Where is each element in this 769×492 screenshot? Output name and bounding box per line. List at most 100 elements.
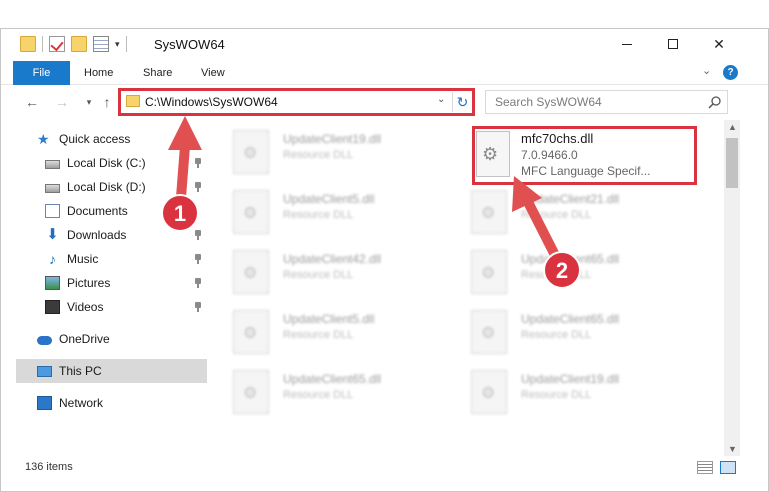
close-button[interactable]: ✕ (696, 30, 742, 58)
file-tile[interactable]: UpdateClient65.dll Resource DLL (233, 368, 463, 424)
file-type: Resource DLL (521, 209, 592, 221)
details-view-icon[interactable] (697, 461, 713, 474)
sidebar-item-network[interactable]: Network (37, 392, 103, 414)
dll-file-icon (233, 310, 269, 354)
back-button[interactable]: ← (23, 92, 41, 112)
sidebar-item-documents[interactable]: Documents (45, 200, 128, 222)
pin-icon[interactable] (194, 182, 202, 192)
sidebar-item-label: Documents (67, 204, 128, 218)
file-type: Resource DLL (283, 149, 354, 161)
dll-file-icon (471, 310, 507, 354)
search-icon[interactable] (708, 95, 722, 109)
dll-file-icon (471, 370, 507, 414)
file-type: Resource DLL (283, 389, 354, 401)
new-folder-icon[interactable] (71, 36, 87, 52)
up-button[interactable]: ↑ (98, 92, 116, 112)
pin-icon[interactable] (194, 158, 202, 168)
sidebar-item-quick-access[interactable]: ★ Quick access (37, 128, 130, 150)
pin-icon[interactable] (194, 278, 202, 288)
expand-ribbon-chevron-icon[interactable]: ⌄ (702, 64, 711, 77)
file-tile[interactable]: UpdateClient5.dll Resource DLL (233, 188, 463, 244)
customize-toolbar-chevron-icon[interactable]: ▾ (115, 39, 120, 50)
file-type: Resource DLL (521, 389, 592, 401)
drive-icon (45, 184, 60, 193)
scroll-up-icon[interactable]: ▲ (728, 122, 737, 132)
file-tile[interactable]: UpdateClient42.dll Resource DLL (233, 248, 463, 304)
cloud-icon (37, 335, 52, 345)
gear-icon: ⚙ (482, 144, 499, 164)
dll-file-icon (233, 370, 269, 414)
file-type: Resource DLL (521, 329, 592, 341)
file-tile[interactable]: UpdateClient65.dll Resource DLL (471, 308, 701, 364)
sidebar-item-onedrive[interactable]: OneDrive (37, 328, 110, 350)
sidebar-item-label: Network (59, 396, 104, 410)
computer-icon (37, 365, 52, 377)
search-placeholder: Search SysWOW64 (495, 95, 602, 109)
file-tile[interactable]: UpdateClient65.dll Resource DLL (471, 248, 701, 304)
address-highlight-box (118, 88, 475, 116)
tab-file[interactable]: File (13, 61, 70, 85)
properties-check-icon[interactable] (49, 36, 65, 52)
dll-file-icon (471, 250, 507, 294)
maximize-button[interactable] (650, 30, 696, 58)
file-name: UpdateClient19.dll (521, 372, 620, 386)
scrollbar-thumb[interactable] (726, 138, 738, 188)
sidebar-item-label: Quick access (59, 132, 131, 146)
folder-icon (20, 36, 36, 52)
sidebar-item-label: Pictures (67, 276, 111, 290)
sidebar-item-label: Local Disk (C:) (67, 156, 146, 170)
file-tile[interactable]: UpdateClient19.dll Resource DLL (233, 128, 463, 184)
sidebar-item-music[interactable]: ♪ Music (45, 248, 98, 270)
network-icon (37, 396, 52, 410)
star-icon: ★ (37, 131, 50, 147)
sidebar-item-label: This PC (59, 364, 102, 378)
window-title: SysWOW64 (154, 37, 225, 52)
dll-file-icon (233, 130, 269, 174)
recent-locations-chevron-icon[interactable]: ▾ (80, 92, 98, 112)
sidebar-item-this-pc[interactable]: This PC (37, 360, 102, 382)
videos-icon (45, 300, 60, 314)
file-type: Resource DLL (283, 269, 354, 281)
sidebar-item-local-disk-d[interactable]: Local Disk (D:) (45, 176, 146, 198)
pin-icon[interactable] (194, 254, 202, 264)
pictures-icon (45, 276, 60, 290)
help-icon[interactable]: ? (723, 65, 738, 80)
file-name[interactable]: mfc70chs.dll (521, 131, 593, 146)
file-tile[interactable]: UpdateClient19.dll Resource DLL (471, 368, 701, 424)
sidebar-item-downloads[interactable]: ⬇ Downloads (45, 224, 126, 246)
file-version: 7.0.9466.0 (521, 148, 578, 162)
ribbon-tabs (1, 61, 768, 85)
file-name: UpdateClient65.dll (283, 372, 382, 386)
divider (42, 36, 43, 52)
item-count: 136 items (25, 461, 73, 473)
dll-file-icon: ⚙ (476, 131, 510, 177)
properties-icon[interactable] (93, 36, 109, 52)
music-icon: ♪ (49, 251, 56, 267)
sidebar-item-videos[interactable]: Videos (45, 296, 103, 318)
minimize-icon (622, 43, 632, 45)
dll-file-icon (233, 250, 269, 294)
sidebar-item-local-disk-c[interactable]: Local Disk (C:) (45, 152, 146, 174)
scroll-down-icon[interactable]: ▼ (728, 444, 737, 454)
close-icon: ✕ (713, 35, 725, 52)
file-type: Resource DLL (521, 269, 592, 281)
file-description: MFC Language Specif... (521, 164, 651, 178)
large-icons-view-icon[interactable] (720, 461, 736, 474)
sidebar-item-pictures[interactable]: Pictures (45, 272, 110, 294)
tab-view[interactable]: View (201, 61, 225, 85)
minimize-button[interactable] (604, 30, 650, 58)
file-name: UpdateClient19.dll (283, 132, 382, 146)
pin-icon[interactable] (194, 302, 202, 312)
tab-home[interactable]: Home (84, 61, 113, 85)
file-tile[interactable]: UpdateClient21.dll Resource DLL (471, 188, 701, 244)
sidebar-item-label: Music (67, 252, 99, 266)
pin-icon[interactable] (194, 230, 202, 240)
file-name: UpdateClient65.dll (521, 252, 620, 266)
file-name: UpdateClient65.dll (521, 312, 620, 326)
sidebar-item-label: Videos (67, 300, 104, 314)
tab-share[interactable]: Share (143, 61, 172, 85)
maximize-icon (668, 39, 678, 49)
forward-button[interactable]: → (53, 92, 71, 112)
file-name: UpdateClient21.dll (521, 192, 620, 206)
file-tile[interactable]: UpdateClient5.dll Resource DLL (233, 308, 463, 364)
